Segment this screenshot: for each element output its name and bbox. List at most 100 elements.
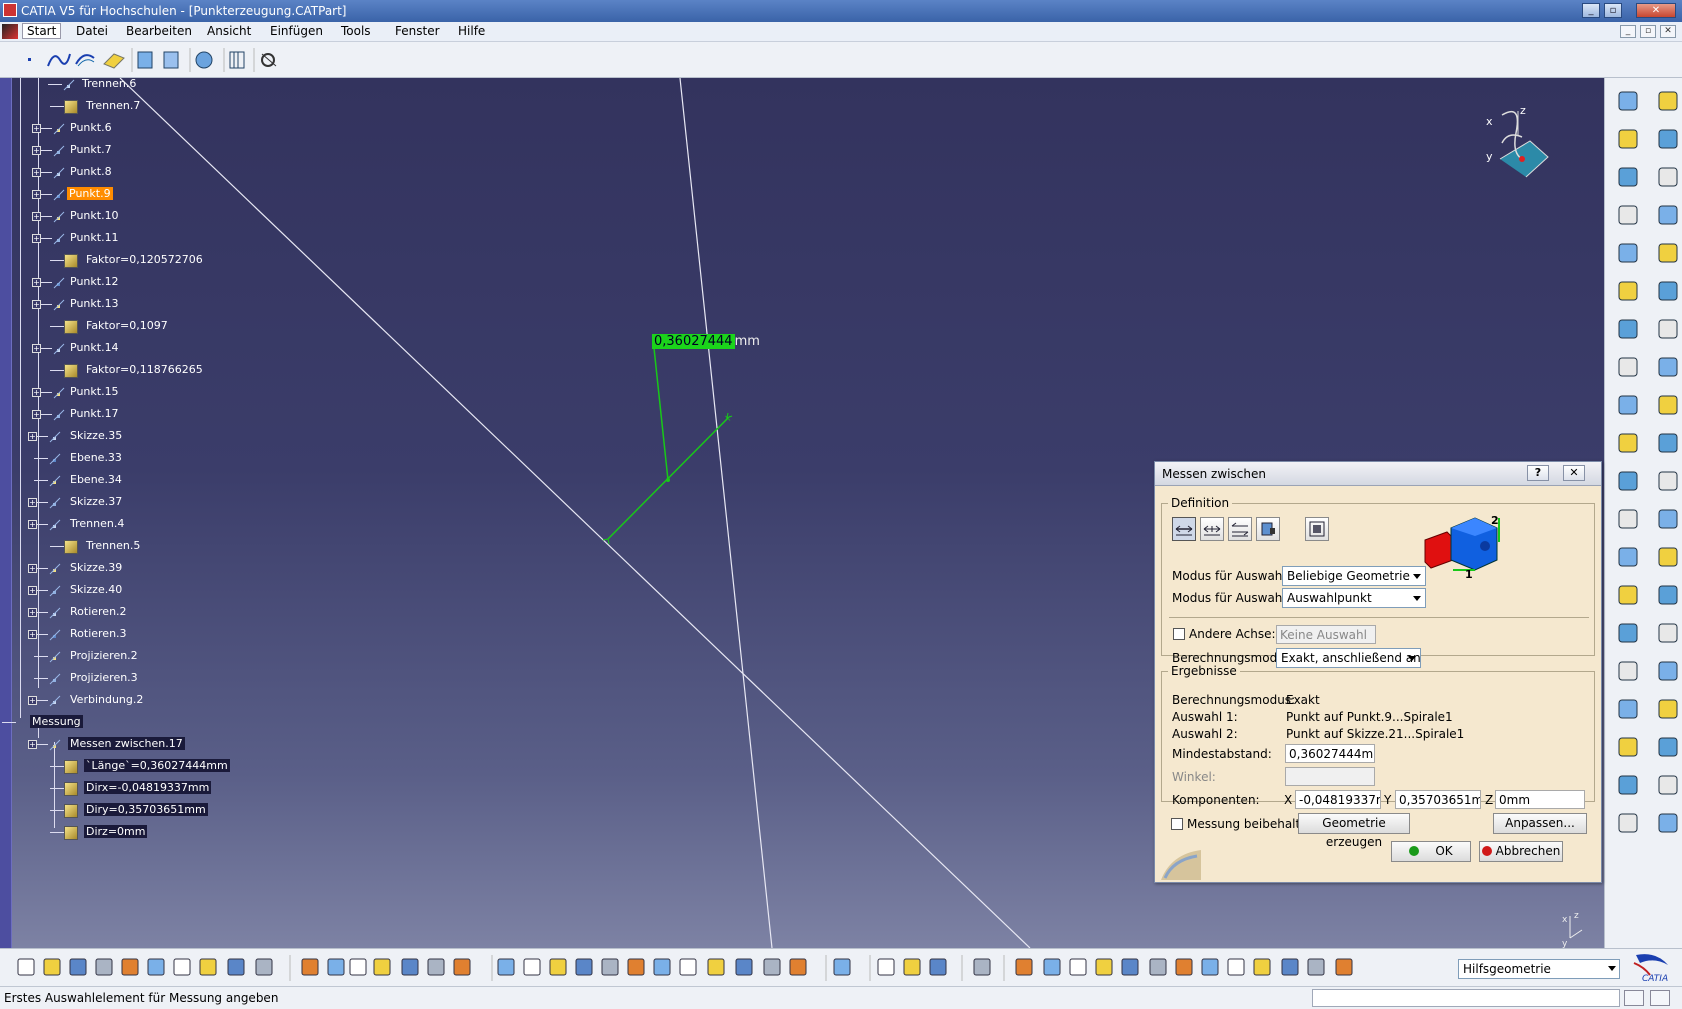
comment-icon[interactable] <box>327 958 345 976</box>
other-axis-field[interactable]: Keine Auswahl <box>1276 625 1376 644</box>
circle-icon[interactable] <box>1658 433 1678 453</box>
project-icon[interactable] <box>1618 775 1638 795</box>
layer-select[interactable]: Hilfsgeometrie <box>1458 959 1620 979</box>
tree-item[interactable]: + Punkt.7 <box>0 142 250 160</box>
expand-plus-icon[interactable]: + <box>32 278 41 287</box>
cut-icon[interactable] <box>121 958 139 976</box>
cross-icon[interactable] <box>1201 958 1219 976</box>
scale-icon[interactable] <box>1618 699 1638 719</box>
tree-item[interactable]: + Punkt.14 <box>0 340 250 358</box>
tree-item[interactable]: Dirz=0mm <box>0 824 250 842</box>
copy-icon[interactable] <box>147 958 165 976</box>
repetition-icon[interactable] <box>1658 699 1678 719</box>
tree-item[interactable]: + Messen zwischen.17 <box>0 736 250 754</box>
ok-button[interactable]: OK <box>1391 841 1471 862</box>
dimension-icon[interactable] <box>877 958 895 976</box>
expand-plus-icon[interactable]: + <box>28 432 37 441</box>
expand-plus-icon[interactable]: + <box>28 498 37 507</box>
menu-hilfe[interactable]: Hilfe <box>458 24 485 38</box>
surface-icon[interactable] <box>1618 319 1638 339</box>
expand-plus-icon[interactable]: + <box>32 410 41 419</box>
keep-measure-checkbox[interactable] <box>1171 818 1183 830</box>
cube-view-icon[interactable] <box>1658 91 1678 111</box>
search-icon[interactable] <box>1650 990 1670 1006</box>
tree-item[interactable]: Faktor=0,120572706 <box>0 252 250 270</box>
tree-item[interactable]: + Punkt.12 <box>0 274 250 292</box>
curve-icon[interactable] <box>1618 167 1638 187</box>
maximize-button[interactable]: ▫ <box>1604 3 1622 18</box>
catalog-icon[interactable] <box>903 958 921 976</box>
tree-item[interactable]: + Punkt.10 <box>0 208 250 226</box>
analysis-icon[interactable] <box>261 53 277 67</box>
fly-icon[interactable] <box>497 958 515 976</box>
analysis-icon[interactable] <box>1618 813 1638 833</box>
tree-item[interactable]: Trennen.7 <box>0 98 250 116</box>
customize-button[interactable]: Anpassen... <box>1493 813 1587 834</box>
measure-item-icon[interactable] <box>1256 517 1280 541</box>
formula-icon[interactable] <box>301 958 319 976</box>
chart-icon[interactable] <box>1658 813 1678 833</box>
zoom-out-icon[interactable] <box>627 958 645 976</box>
sweep-icon[interactable] <box>1618 395 1638 415</box>
undo-icon[interactable] <box>199 958 217 976</box>
expand-plus-icon[interactable]: + <box>28 564 37 573</box>
whats-this-icon[interactable] <box>255 958 273 976</box>
sketch-icon[interactable] <box>1618 91 1638 111</box>
expand-plus-icon[interactable]: + <box>32 234 41 243</box>
measure-chain-icon[interactable] <box>1200 517 1224 541</box>
axis-icon[interactable] <box>1658 281 1678 301</box>
law-icon[interactable] <box>1618 737 1638 757</box>
zoom-in-icon[interactable] <box>601 958 619 976</box>
command-input[interactable] <box>1312 989 1620 1007</box>
helix-icon[interactable] <box>75 54 95 67</box>
menu-start[interactable]: Start <box>22 23 62 39</box>
tree-item[interactable]: + Skizze.40 <box>0 582 250 600</box>
open-icon[interactable] <box>43 958 61 976</box>
box-icon[interactable] <box>1175 958 1193 976</box>
mdi-minimize-icon[interactable]: _ <box>1620 25 1636 38</box>
pattern-icon[interactable] <box>1658 661 1678 681</box>
tree-item[interactable]: Messung <box>0 714 250 732</box>
trim-icon[interactable] <box>1658 509 1678 529</box>
expand-plus-icon[interactable]: + <box>32 124 41 133</box>
revolve-icon[interactable] <box>163 51 179 69</box>
pattern-icon[interactable] <box>229 51 245 69</box>
print-icon[interactable] <box>95 958 113 976</box>
extract-icon[interactable] <box>1618 623 1638 643</box>
swirl-icon[interactable] <box>1015 958 1033 976</box>
paint-icon[interactable] <box>1618 243 1638 263</box>
extrude-icon[interactable] <box>137 51 153 69</box>
measure-inertia-icon[interactable] <box>1305 517 1329 541</box>
offset-icon[interactable] <box>1618 585 1638 605</box>
tree-item[interactable]: + Trennen.4 <box>0 516 250 534</box>
expand-plus-icon[interactable]: + <box>28 608 37 617</box>
revolve-icon[interactable] <box>1618 471 1638 491</box>
plane-icon[interactable] <box>103 53 125 69</box>
tree-item[interactable]: + Skizze.37 <box>0 494 250 512</box>
expand-plus-icon[interactable]: + <box>32 212 41 221</box>
compass-icon[interactable]: x y z <box>1472 103 1552 188</box>
heal-icon[interactable] <box>1658 585 1678 605</box>
menu-ansicht[interactable]: Ansicht <box>207 24 251 38</box>
tree-item[interactable]: Faktor=0,1097 <box>0 318 250 336</box>
menu-einfuegen[interactable]: Einfügen <box>270 24 323 38</box>
rotate-icon[interactable] <box>575 958 593 976</box>
tree-item[interactable]: Diry=0,35703651mm <box>0 802 250 820</box>
mode1-select[interactable]: Beliebige Geometrie <box>1282 566 1426 586</box>
join-icon[interactable] <box>1618 547 1638 567</box>
spark-icon[interactable] <box>349 958 367 976</box>
redo-icon[interactable] <box>227 958 245 976</box>
tree-item[interactable]: Ebene.34 <box>0 472 250 490</box>
catia-menu-icon[interactable] <box>2 24 18 39</box>
tree-item[interactable]: + Rotieren.3 <box>0 626 250 644</box>
tree-item[interactable]: + Rotieren.2 <box>0 604 250 622</box>
mdi-close-icon[interactable]: ✕ <box>1660 25 1676 38</box>
fit-all-icon[interactable] <box>523 958 541 976</box>
select-icon[interactable] <box>1307 958 1325 976</box>
update-icon[interactable] <box>833 958 851 976</box>
views-icon[interactable] <box>679 958 697 976</box>
expand-plus-icon[interactable]: + <box>28 586 37 595</box>
menu-bearbeiten[interactable]: Bearbeiten <box>126 24 192 38</box>
cube-icon[interactable] <box>1149 958 1167 976</box>
expand-plus-icon[interactable]: + <box>28 740 37 749</box>
